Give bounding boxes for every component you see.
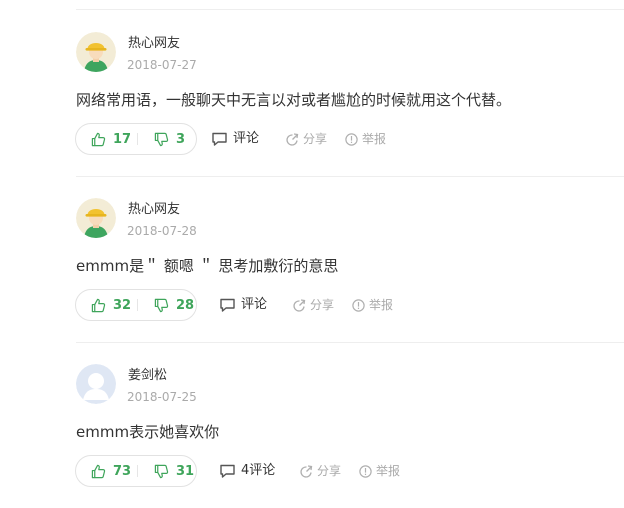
upvote-count: 17 bbox=[113, 131, 132, 147]
comment-button[interactable]: 评论 bbox=[211, 123, 259, 155]
username[interactable]: 姜剑松 bbox=[128, 368, 167, 384]
comment-item: 热心网友 2018-07-28 emmm是＂ 额嗯 ＂ 思考加敷衍的意思 32 … bbox=[0, 176, 624, 343]
warning-circle-icon bbox=[352, 298, 365, 312]
share-button[interactable]: 分享 bbox=[300, 455, 341, 487]
comment-text: 网络常用语，一般聊天中无言以对或者尴尬的时候就用这个代替。 bbox=[76, 91, 512, 109]
upvote-count: 32 bbox=[113, 297, 132, 313]
downvote-count: 31 bbox=[176, 463, 195, 479]
warning-circle-icon bbox=[359, 464, 372, 478]
default-user-icon bbox=[76, 364, 116, 404]
username[interactable]: 热心网友 bbox=[128, 36, 180, 52]
downvote-button[interactable]: 3 bbox=[154, 124, 185, 154]
comment-date: 2018-07-28 bbox=[127, 224, 197, 238]
comment-date: 2018-07-27 bbox=[127, 58, 197, 72]
report-label: 举报 bbox=[362, 132, 387, 146]
report-button[interactable]: 举报 bbox=[352, 289, 393, 321]
share-label: 分享 bbox=[303, 132, 328, 146]
thumbs-down-icon bbox=[154, 464, 169, 478]
vote-divider bbox=[137, 465, 138, 477]
share-button[interactable]: 分享 bbox=[293, 289, 334, 321]
vote-group: 32 28 bbox=[75, 289, 197, 321]
hardhat-worker-icon bbox=[76, 198, 116, 238]
thumbs-down-icon bbox=[154, 132, 169, 146]
share-label: 分享 bbox=[310, 298, 335, 312]
speech-bubble-icon bbox=[220, 298, 235, 312]
warning-circle-icon bbox=[345, 132, 358, 146]
upvote-button[interactable]: 17 bbox=[91, 124, 131, 154]
avatar[interactable] bbox=[76, 32, 116, 72]
share-icon bbox=[300, 464, 313, 478]
thumbs-down-icon bbox=[154, 298, 169, 312]
comment-item: 热心网友 2018-07-27 网络常用语，一般聊天中无言以对或者尴尬的时候就用… bbox=[0, 10, 624, 177]
comment-label: 4评论 bbox=[241, 463, 276, 478]
downvote-button[interactable]: 31 bbox=[154, 456, 194, 486]
username[interactable]: 热心网友 bbox=[128, 202, 180, 218]
downvote-button[interactable]: 28 bbox=[154, 290, 194, 320]
comment-date: 2018-07-25 bbox=[127, 390, 197, 404]
comment-button[interactable]: 评论 bbox=[219, 289, 267, 321]
thumbs-up-icon bbox=[91, 298, 106, 312]
upvote-button[interactable]: 73 bbox=[91, 456, 131, 486]
vote-group: 73 31 bbox=[75, 455, 197, 487]
comment-text: emmm是＂ 额嗯 ＂ 思考加敷衍的意思 bbox=[76, 257, 339, 275]
hardhat-worker-icon bbox=[76, 32, 116, 72]
share-icon bbox=[286, 132, 299, 146]
vote-divider bbox=[137, 133, 138, 145]
share-label: 分享 bbox=[317, 464, 342, 478]
upvote-button[interactable]: 32 bbox=[91, 290, 131, 320]
comment-label: 评论 bbox=[241, 297, 268, 312]
upvote-count: 73 bbox=[113, 463, 132, 479]
downvote-count: 3 bbox=[176, 131, 186, 147]
share-icon bbox=[293, 298, 306, 312]
comment-button[interactable]: 4评论 bbox=[219, 455, 275, 487]
speech-bubble-icon bbox=[220, 464, 235, 478]
thumbs-up-icon bbox=[91, 464, 106, 478]
vote-divider bbox=[137, 299, 138, 311]
avatar[interactable] bbox=[76, 198, 116, 238]
downvote-count: 28 bbox=[176, 297, 195, 313]
thumbs-up-icon bbox=[91, 132, 106, 146]
comment-item: 姜剑松 2018-07-25 emmm表示她喜欢你 73 31 4评论 分享 举… bbox=[0, 342, 624, 508]
comment-text: emmm表示她喜欢你 bbox=[76, 423, 220, 441]
report-button[interactable]: 举报 bbox=[345, 123, 386, 155]
report-button[interactable]: 举报 bbox=[359, 455, 400, 487]
avatar[interactable] bbox=[76, 364, 116, 404]
speech-bubble-icon bbox=[212, 132, 227, 146]
report-label: 举报 bbox=[376, 464, 401, 478]
share-button[interactable]: 分享 bbox=[286, 123, 327, 155]
comment-label: 评论 bbox=[233, 131, 260, 146]
vote-group: 17 3 bbox=[75, 123, 197, 155]
report-label: 举报 bbox=[369, 298, 394, 312]
